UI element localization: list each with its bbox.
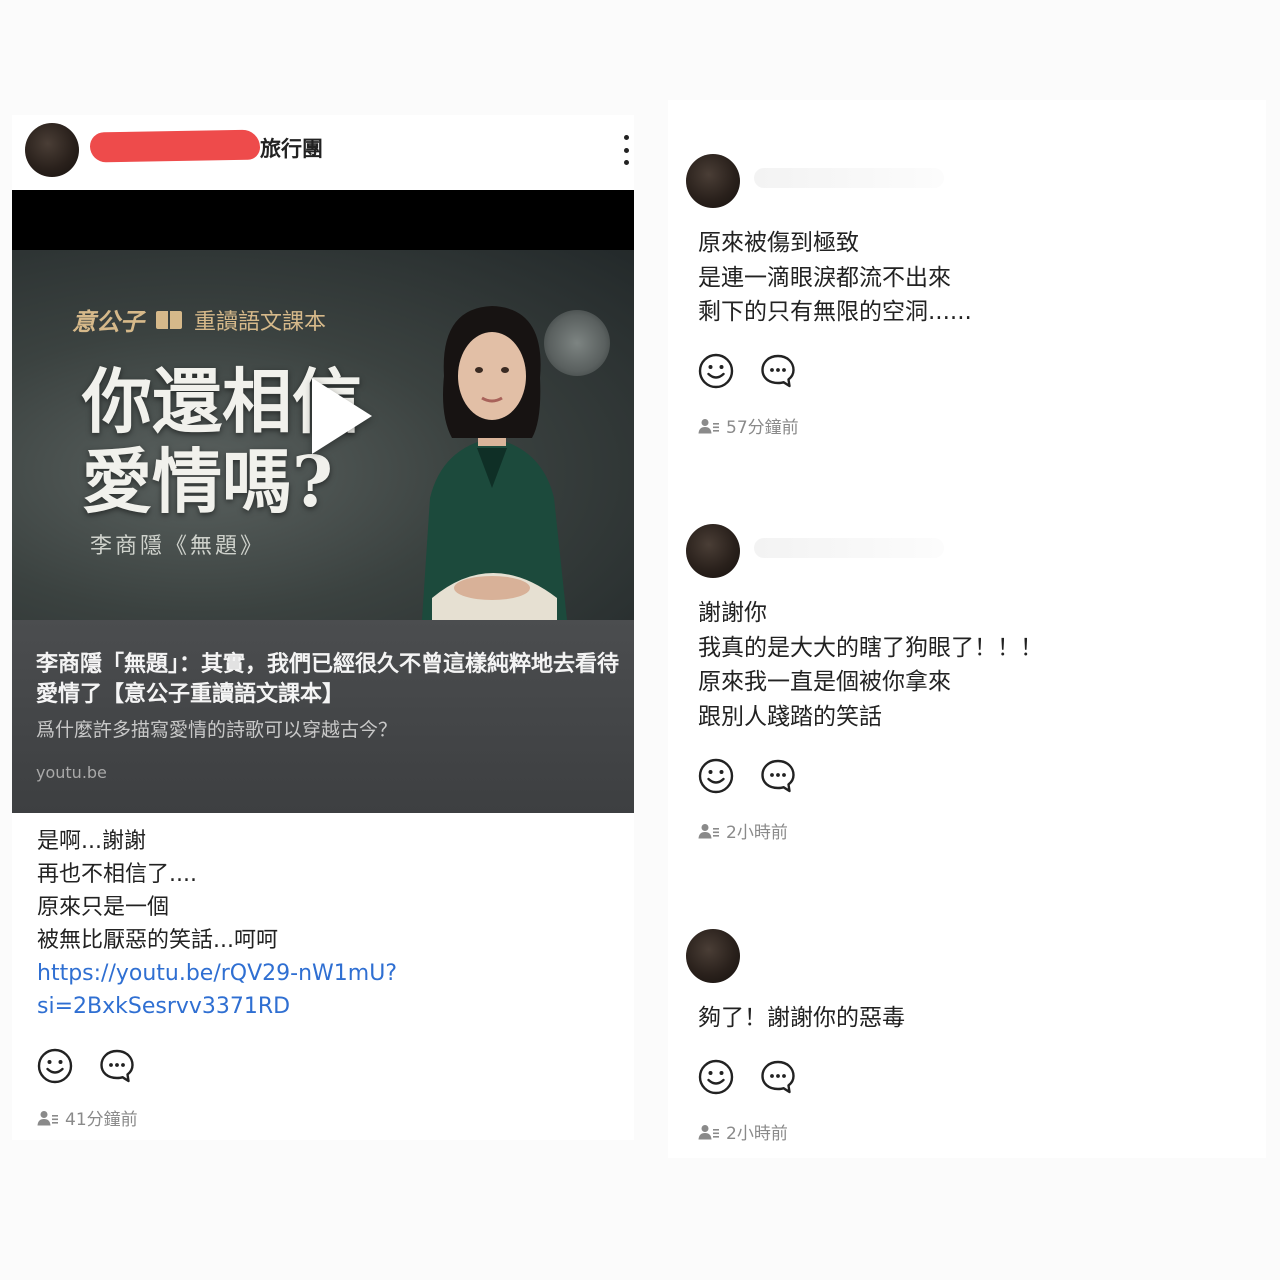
blurred-name <box>754 168 944 188</box>
comment-time: 2小時前 <box>726 1124 788 1144</box>
people-icon <box>37 1110 58 1125</box>
comment-meta: 57分鐘前 <box>698 413 799 438</box>
thumbnail-subtitle: 李商隱《無題》 <box>90 534 266 559</box>
smiley-icon[interactable] <box>698 758 734 794</box>
comments-panel: 原來被傷到極致 是連一滴眼淚都流不出來 剩下的只有無限的空洞...... 57分… <box>668 100 1266 1158</box>
avatar[interactable] <box>686 524 740 578</box>
avatar[interactable] <box>686 154 740 208</box>
chat-bubble-icon[interactable] <box>760 353 796 389</box>
group-name[interactable]: 旅行團 <box>260 133 323 163</box>
avatar[interactable] <box>686 929 740 983</box>
comment-time: 57分鐘前 <box>726 418 799 438</box>
chat-bubble-icon[interactable] <box>760 1059 796 1095</box>
comment-item: 原來被傷到極致 是連一滴眼淚都流不出來 剩下的只有無限的空洞...... 57分… <box>668 154 1266 444</box>
post-text-line: 原來只是一個 <box>37 895 170 920</box>
post-actions <box>37 1048 135 1084</box>
post-text-line: 是啊...謝謝 <box>37 829 146 854</box>
people-icon <box>698 418 719 433</box>
comment-meta: 2小時前 <box>698 1119 788 1144</box>
play-icon[interactable] <box>312 378 372 454</box>
preview-description: 爲什麼許多描寫愛情的詩歌可以穿越古今？ <box>36 719 398 741</box>
blurred-name <box>754 538 944 558</box>
comment-time: 2小時前 <box>726 823 788 843</box>
avatar[interactable] <box>25 123 79 177</box>
post-text-line: 再也不相信了.... <box>37 862 197 887</box>
comment-actions <box>698 1059 796 1095</box>
comment-actions <box>698 353 796 389</box>
preview-caption[interactable]: 李商隱「無題」：其實，我們已經很久不曾這樣純粹地去看待愛情了【意公子重讀語文課本… <box>12 620 634 813</box>
post-link[interactable]: https://youtu.be/rQV29-nW1mU? si=2BxkSes… <box>37 957 397 1023</box>
comment-actions <box>698 758 796 794</box>
more-vertical-icon[interactable] <box>620 135 632 165</box>
comment-item: 謝謝你 我真的是大大的瞎了狗眼了！！！ 原來我一直是個被你拿來 跟別人踐踏的笑話 <box>668 524 1266 844</box>
book-icon <box>156 310 182 329</box>
channel-branding: 意公子 重讀語文課本 <box>72 302 326 337</box>
link-preview[interactable]: 意公子 重讀語文課本 你還相信 愛情嗎? 李商隱《無題》 李商隱「無題」：其實，… <box>12 190 634 813</box>
smiley-icon[interactable] <box>698 1059 734 1095</box>
preview-title: 李商隱「無題」：其實，我們已經很久不曾這樣純粹地去看待愛情了【意公子重讀語文課本… <box>36 652 620 707</box>
preview-domain: youtu.be <box>36 763 107 782</box>
post-text-line: 被無比厭惡的笑話...呵呵 <box>37 928 278 953</box>
post-time: 41分鐘前 <box>65 1110 138 1130</box>
redacted-name <box>89 129 261 163</box>
chat-bubble-icon[interactable] <box>760 758 796 794</box>
smiley-icon[interactable] <box>37 1048 73 1084</box>
comment-text: 謝謝你 我真的是大大的瞎了狗眼了！！！ 原來我一直是個被你拿來 跟別人踐踏的笑話 <box>698 600 1043 730</box>
post-text: 是啊...謝謝 再也不相信了.... 原來只是一個 被無比厭惡的笑話...呵呵 … <box>37 825 397 1023</box>
comment-text: 原來被傷到極致 是連一滴眼淚都流不出來 剩下的只有無限的空洞...... <box>698 230 972 325</box>
people-icon <box>698 823 719 838</box>
comment-text: 夠了！謝謝你的惡毒 <box>698 1005 905 1031</box>
post-meta: 41分鐘前 <box>37 1105 138 1130</box>
post-card: 旅行團 意公子 重讀語文課本 你還相信 愛情嗎? 李商隱《無題》 李商隱「無題」… <box>12 115 634 1140</box>
smiley-icon[interactable] <box>698 353 734 389</box>
chat-bubble-icon[interactable] <box>99 1048 135 1084</box>
comment-item: 夠了！謝謝你的惡毒 2小時前 <box>668 929 1266 1149</box>
people-icon <box>698 1124 719 1139</box>
brand-logo: 意公子 <box>72 307 144 336</box>
video-thumbnail[interactable]: 意公子 重讀語文課本 你還相信 愛情嗎? 李商隱《無題》 <box>12 250 634 620</box>
series-name: 重讀語文課本 <box>194 309 327 335</box>
comment-meta: 2小時前 <box>698 818 788 843</box>
presenter-figure <box>422 306 567 620</box>
